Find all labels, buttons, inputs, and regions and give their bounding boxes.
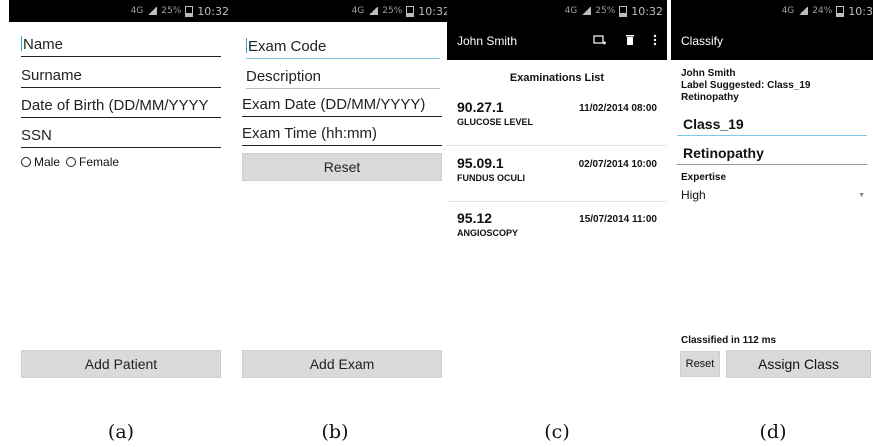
screen-add-exam: 4G 25% 10:32 Exam Code Description Exam … xyxy=(230,0,454,407)
list-title: Examinations List xyxy=(509,72,605,84)
action-bar: John Smith xyxy=(447,22,667,60)
classified-time: Classified in 112 ms xyxy=(681,335,777,346)
ssn-field[interactable]: SSN xyxy=(21,127,221,148)
battery-percent: 25% xyxy=(161,6,182,16)
exam-code: 95.12 xyxy=(457,210,493,226)
exam-name: ANGIOSCOPY xyxy=(457,228,519,238)
exam-name: FUNDUS OCULI xyxy=(457,173,525,183)
status-bar: 4G 25% 10:32 xyxy=(447,0,667,22)
exam-datetime: 11/02/2014 08:00 xyxy=(579,103,657,114)
battery-icon xyxy=(619,5,628,17)
status-bar: 4G 24% 10:3 xyxy=(671,0,873,22)
status-bar: 4G 25% 10:32 xyxy=(230,0,454,22)
exam-datetime: 15/07/2014 11:00 xyxy=(579,214,657,225)
caption-a: (a) xyxy=(107,421,135,443)
date-of-birth-field[interactable]: Date of Birth (DD/MM/YYYY xyxy=(21,97,221,118)
battery-icon xyxy=(185,5,194,17)
network-icon: 4G xyxy=(351,6,365,16)
female-label: Female xyxy=(79,155,120,169)
list-item[interactable]: 90.27.1 GLUCOSE LEVEL 11/02/2014 08:00 xyxy=(447,99,667,146)
male-label: Male xyxy=(34,155,61,169)
suggested-name: Retinopathy xyxy=(681,92,739,103)
network-icon: 4G xyxy=(130,6,144,16)
action-bar-title: John Smith xyxy=(457,34,518,48)
female-radio[interactable] xyxy=(66,157,77,167)
network-icon: 4G xyxy=(781,6,795,16)
action-bar: Classify xyxy=(671,22,873,60)
battery-icon xyxy=(836,5,845,17)
battery-percent: 24% xyxy=(812,6,833,16)
clock: 10:3 xyxy=(848,4,873,18)
caption-d: (d) xyxy=(759,421,787,443)
text-cursor xyxy=(246,38,247,53)
reset-button[interactable]: Reset xyxy=(242,153,442,181)
dropdown-arrow-icon: ▼ xyxy=(858,192,865,199)
exam-date-field[interactable]: Exam Date (DD/MM/YYYY) xyxy=(242,96,442,117)
surname-field[interactable]: Surname xyxy=(21,67,221,88)
signal-icon xyxy=(798,7,809,15)
expertise-label: Expertise xyxy=(681,172,727,183)
battery-percent: 25% xyxy=(595,6,616,16)
screen-classify: 4G 24% 10:3 Classify John Smith Label Su… xyxy=(671,0,873,407)
screen-add-patient: 4G 25% 10:32 Name Surname Date of Birth … xyxy=(9,0,233,407)
exam-datetime: 02/07/2014 10:00 xyxy=(578,159,657,170)
expertise-value: High xyxy=(681,188,706,202)
class-name-field[interactable]: Retinopathy xyxy=(677,145,867,165)
caption-b: (b) xyxy=(321,421,349,443)
name-field[interactable]: Name xyxy=(21,36,221,57)
description-field[interactable]: Description xyxy=(246,68,440,89)
trash-icon[interactable] xyxy=(625,34,635,49)
add-patient-button[interactable]: Add Patient xyxy=(21,350,221,378)
network-icon: 4G xyxy=(564,6,578,16)
signal-icon xyxy=(581,7,592,15)
add-exam-icon[interactable] xyxy=(593,34,607,49)
class-field[interactable]: Class_19 xyxy=(677,116,867,136)
screen-examinations-list: 4G 25% 10:32 John Smith Examinations Lis… xyxy=(447,0,667,407)
exam-code-field[interactable]: Exam Code xyxy=(246,38,440,59)
battery-percent: 25% xyxy=(382,6,403,16)
text-cursor xyxy=(21,36,22,51)
overflow-menu-icon[interactable] xyxy=(653,34,657,49)
signal-icon xyxy=(368,7,379,15)
status-bar: 4G 25% 10:32 xyxy=(9,0,233,22)
reset-button[interactable]: Reset xyxy=(680,351,720,377)
exam-code: 90.27.1 xyxy=(457,99,504,115)
caption-c: (c) xyxy=(544,421,570,443)
male-radio[interactable] xyxy=(21,157,31,167)
label-suggested: Label Suggested: Class_19 xyxy=(681,80,811,91)
signal-icon xyxy=(147,7,158,15)
list-item[interactable]: 95.09.1 FUNDUS OCULI 02/07/2014 10:00 xyxy=(447,155,667,202)
list-item[interactable]: 95.12 ANGIOSCOPY 15/07/2014 11:00 xyxy=(447,210,667,256)
exam-time-field[interactable]: Exam Time (hh:mm) xyxy=(242,125,442,146)
add-exam-button[interactable]: Add Exam xyxy=(242,350,442,378)
clock: 10:32 xyxy=(418,4,450,18)
exam-code: 95.09.1 xyxy=(457,155,504,171)
exam-name: GLUCOSE LEVEL xyxy=(457,117,534,127)
expertise-dropdown[interactable]: High ▼ xyxy=(681,188,865,202)
battery-icon xyxy=(406,5,415,17)
patient-name: John Smith xyxy=(681,68,736,79)
clock: 10:32 xyxy=(197,4,229,18)
gender-radio-group: Male Female xyxy=(21,155,119,169)
action-bar-title: Classify xyxy=(681,34,724,48)
clock: 10:32 xyxy=(631,4,663,18)
assign-class-button[interactable]: Assign Class xyxy=(726,350,871,378)
